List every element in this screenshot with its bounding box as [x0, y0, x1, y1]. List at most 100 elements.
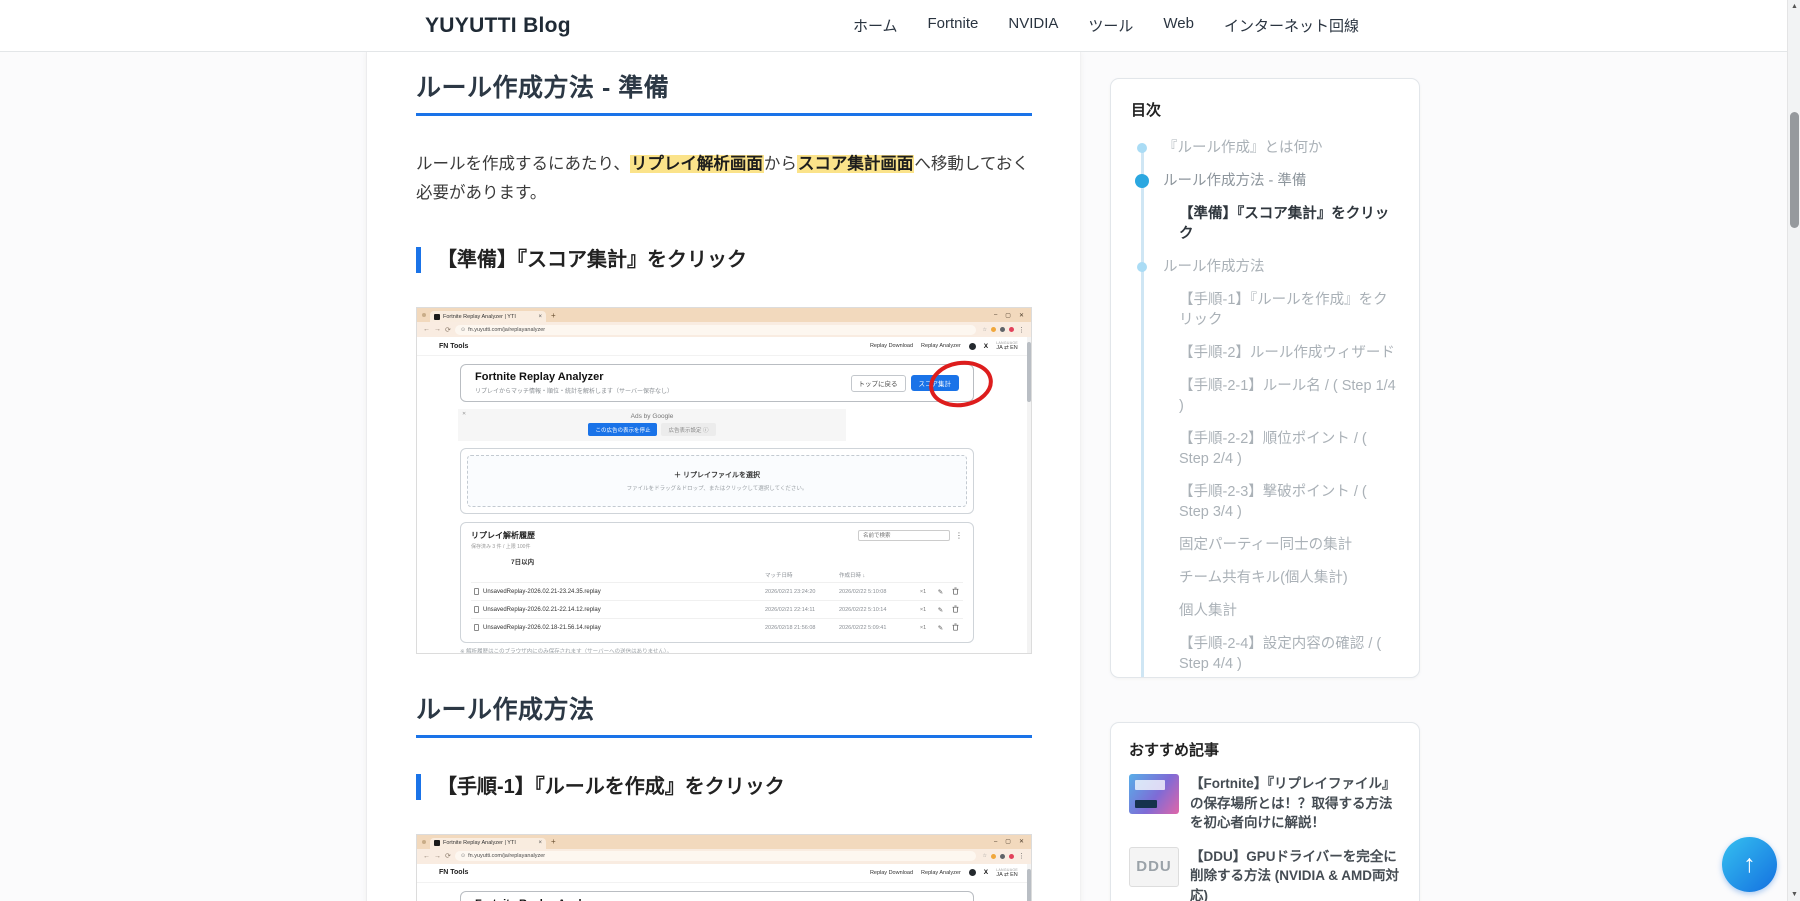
page-scrollbar-thumb[interactable] [1790, 112, 1799, 228]
nav-tools[interactable]: ツール [1088, 15, 1133, 36]
extension-icon[interactable] [991, 854, 996, 859]
extension-icon[interactable] [991, 327, 996, 332]
ad-close-icon[interactable]: ✕ [462, 411, 466, 417]
toc-item-click-score[interactable]: 【準備】『スコア集計』をクリック [1131, 204, 1399, 244]
toc-item-label: 個人集計 [1179, 603, 1237, 619]
table-row[interactable]: UnsavedReplay-2026.02.21-22.14.12.replay… [471, 600, 963, 618]
history-search-input[interactable] [858, 530, 950, 541]
blog-logo[interactable]: YUYUTTI Blog [425, 14, 571, 38]
fn-tools-brand[interactable]: FN Tools [439, 343, 468, 350]
column-match-date[interactable]: マッチ日時 [765, 571, 839, 579]
link-replay-download[interactable]: Replay Download [870, 870, 913, 876]
ad-settings-button[interactable]: 広告表示設定 ⓘ [661, 423, 715, 436]
extension-icon[interactable] [1000, 327, 1005, 332]
delete-icon[interactable] [948, 605, 963, 615]
site-header: YUYUTTI Blog ホーム Fortnite NVIDIA ツール Web… [0, 0, 1787, 52]
toc-item-team-shared-kill[interactable]: チーム共有キル(個人集計) [1131, 568, 1399, 588]
forward-icon[interactable]: → [434, 853, 441, 860]
x-twitter-icon[interactable]: X [984, 343, 988, 350]
reload-icon[interactable]: ⟳ [445, 326, 451, 334]
url-input[interactable]: ⊙ fn.yuyutti.com/ja/replayanalyzer [455, 851, 976, 861]
scrollbar-down-icon[interactable]: ▼ [1788, 891, 1800, 898]
site-info-icon[interactable]: ⊙ [461, 327, 465, 333]
toc-item-how-to[interactable]: ルール作成方法 [1131, 257, 1399, 277]
bookmark-icon[interactable]: ☆ [983, 853, 987, 859]
delete-icon[interactable] [948, 623, 963, 633]
edit-icon[interactable]: ✎ [933, 606, 948, 614]
tab-search-icon[interactable] [422, 313, 426, 317]
github-icon[interactable] [969, 869, 976, 876]
list-item[interactable]: 【Fortnite】『リプレイファイル』の保存場所とは！？取得する方法を初心者向… [1129, 774, 1401, 833]
toc-item-step2-2[interactable]: 【手順-2-2】順位ポイント / ( Step 2/4 ) [1131, 429, 1399, 469]
tab-search-icon[interactable] [422, 840, 426, 844]
nav-nvidia[interactable]: NVIDIA [1008, 15, 1058, 36]
new-tab-icon[interactable]: + [551, 311, 556, 320]
column-created-date[interactable]: 作成日時 ↓ [839, 571, 913, 579]
stop-ad-button[interactable]: この広告の表示を停止 [588, 423, 657, 436]
toc-item-fixed-party[interactable]: 固定パーティー同士の集計 [1131, 535, 1399, 555]
page-scrollbar[interactable]: ▲ ▼ [1787, 0, 1800, 901]
language-toggle[interactable]: LANGUAGE JA ⇄ EN [996, 341, 1018, 351]
toc-item-step2[interactable]: 【手順-2】ルール作成ウィザード [1131, 343, 1399, 363]
profile-avatar-icon[interactable] [1009, 327, 1014, 332]
bookmark-icon[interactable]: ☆ [983, 327, 987, 333]
link-replay-analyzer[interactable]: Replay Analyzer [921, 870, 961, 876]
github-icon[interactable] [969, 343, 976, 350]
nav-fortnite[interactable]: Fortnite [928, 15, 979, 36]
language-value: JA ⇄ EN [996, 345, 1018, 351]
browser-tab[interactable]: Fortnite Replay Analyzer | YTI × [430, 838, 546, 849]
nav-home[interactable]: ホーム [853, 15, 898, 36]
new-tab-icon[interactable]: + [551, 837, 556, 846]
reload-icon[interactable]: ⟳ [445, 852, 451, 860]
maximize-icon[interactable]: ▢ [1005, 838, 1011, 845]
toc-item-step2-3[interactable]: 【手順-2-3】撃破ポイント / ( Step 3/4 ) [1131, 482, 1399, 522]
toc-item-step2-4[interactable]: 【手順-2-4】設定内容の確認 / ( Step 4/4 ) [1131, 634, 1399, 674]
embedded-scrollbar-thumb[interactable] [1027, 342, 1031, 402]
language-toggle[interactable]: LANGUAGE JA ⇄ EN [996, 868, 1018, 878]
ddu-thumbnail: DDU [1129, 847, 1179, 887]
history-menu-icon[interactable]: ⋮ [955, 531, 963, 540]
browser-tab[interactable]: Fortnite Replay Analyzer | YTI × [430, 311, 546, 322]
scroll-to-top-button[interactable]: ↑ [1722, 837, 1777, 892]
extension-icon[interactable] [1000, 854, 1005, 859]
minimize-icon[interactable]: – [994, 839, 997, 845]
delete-icon[interactable] [948, 587, 963, 597]
replay-dropzone[interactable]: ＋ リプレイファイルを選択 ファイルをドラッグ＆ドロップ、またはクリックして選択… [467, 455, 967, 507]
tab-close-icon[interactable]: × [538, 840, 542, 846]
embedded-scrollbar-thumb[interactable] [1027, 869, 1031, 901]
table-row[interactable]: UnsavedReplay-2026.02.21-23.24.35.replay… [471, 582, 963, 600]
fn-tools-brand[interactable]: FN Tools [439, 869, 468, 876]
toc-item-individual[interactable]: 個人集計 [1131, 601, 1399, 621]
toc-item-step2-1[interactable]: 【手順-2-1】ルール名 / ( Step 1/4 ) [1131, 376, 1399, 416]
list-item[interactable]: DDU 【DDU】GPUドライバーを完全に削除する方法 (NVIDIA & AM… [1129, 847, 1401, 901]
edit-icon[interactable]: ✎ [933, 624, 948, 632]
score-aggregation-button[interactable]: スコア集計 [911, 375, 960, 391]
nav-internet[interactable]: インターネット回線 [1224, 15, 1359, 36]
forward-icon[interactable]: → [434, 326, 441, 333]
maximize-icon[interactable]: ▢ [1005, 312, 1011, 319]
back-icon[interactable]: ← [423, 853, 430, 860]
url-input[interactable]: ⊙ fn.yuyutti.com/ja/replayanalyzer [455, 325, 976, 335]
close-icon[interactable]: ✕ [1019, 312, 1024, 319]
back-to-top-button[interactable]: トップに戻る [851, 375, 906, 392]
toc-item-preparation[interactable]: ルール作成方法 - 準備 [1131, 171, 1399, 191]
back-icon[interactable]: ← [423, 326, 430, 333]
profile-avatar-icon[interactable] [1009, 854, 1014, 859]
toc-item-what-is-rule[interactable]: 『ルール作成』とは何か [1131, 138, 1399, 158]
embedded-scrollbar[interactable] [1027, 337, 1031, 653]
close-icon[interactable]: ✕ [1019, 838, 1024, 845]
embedded-scrollbar[interactable] [1027, 864, 1031, 901]
edit-icon[interactable]: ✎ [933, 588, 948, 596]
browser-menu-icon[interactable]: ⋮ [1018, 852, 1025, 860]
table-row[interactable]: UnsavedReplay-2026.02.18-21.56.14.replay… [471, 618, 963, 636]
toc-item-step1[interactable]: 【手順-1】『ルールを作成』をクリック [1131, 290, 1399, 330]
site-info-icon[interactable]: ⊙ [461, 853, 465, 859]
minimize-icon[interactable]: – [994, 312, 997, 318]
link-replay-analyzer[interactable]: Replay Analyzer [921, 343, 961, 349]
link-replay-download[interactable]: Replay Download [870, 343, 913, 349]
nav-web[interactable]: Web [1163, 15, 1194, 36]
browser-menu-icon[interactable]: ⋮ [1018, 326, 1025, 334]
tab-close-icon[interactable]: × [538, 314, 542, 320]
scrollbar-up-icon[interactable]: ▲ [1788, 3, 1800, 10]
x-twitter-icon[interactable]: X [984, 869, 988, 876]
